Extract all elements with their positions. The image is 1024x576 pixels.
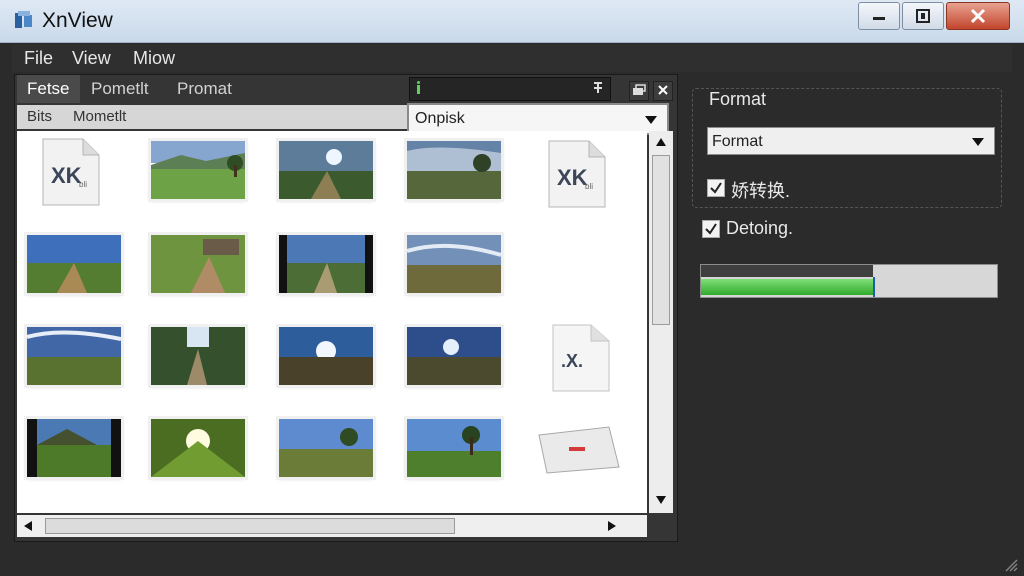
thumbnail-image[interactable] <box>407 141 501 199</box>
restore-icon <box>916 9 930 23</box>
option-label: Detoing. <box>726 218 794 238</box>
x-label: .X. <box>561 351 583 371</box>
thumbnail-image[interactable] <box>407 235 501 293</box>
thumbnail-image[interactable] <box>407 327 501 385</box>
minimize-button[interactable] <box>858 2 900 30</box>
menu-file[interactable]: File <box>24 48 53 69</box>
settings-panel: Format Format 娇转换. Detoing. <box>690 78 1010 538</box>
xk-label: XK <box>51 163 82 188</box>
thumbnail-image[interactable] <box>27 327 121 385</box>
tab-promat[interactable]: Promat <box>167 75 242 103</box>
select-arrow-icon <box>972 138 984 146</box>
thumbnail-image[interactable] <box>279 327 373 385</box>
scroll-right-icon[interactable] <box>607 520 617 532</box>
subheader-bits[interactable]: Bits <box>27 108 52 125</box>
close-panel-button[interactable] <box>653 81 673 101</box>
thumbnail-image[interactable] <box>151 235 245 293</box>
dropdown-arrow-icon <box>645 116 657 124</box>
thumbnail-image[interactable] <box>279 141 373 199</box>
checkbox[interactable] <box>707 179 725 197</box>
checkmark-icon <box>705 223 717 235</box>
thumbnail-image[interactable] <box>279 419 373 477</box>
xk-label: XK <box>557 165 588 190</box>
window-titlebar: XnView <box>0 0 1024 43</box>
thumbnail-grid: XK bli XK bli .X. <box>17 131 647 513</box>
horizontal-scrollbar[interactable] <box>17 515 647 537</box>
progress-marker <box>873 277 875 297</box>
dropdown-selected: Onpisk <box>415 110 465 127</box>
checkmark-icon <box>710 182 722 194</box>
float-icon <box>633 84 646 95</box>
close-button[interactable] <box>946 2 1010 30</box>
option-row[interactable]: Detoing. <box>702 218 793 239</box>
conversion-progress-bar <box>700 264 998 298</box>
xnview-app-icon <box>15 11 32 28</box>
minimize-icon <box>873 17 885 20</box>
format-label: Format <box>709 89 767 109</box>
folder-subheader: Bits Mometlt <box>17 105 407 129</box>
xk-subscript: bli <box>585 182 593 191</box>
menu-bar: File View Miow <box>12 44 1012 72</box>
thumbnail-image[interactable] <box>27 419 121 477</box>
window-controls <box>858 2 1010 30</box>
option-label: 娇转换. <box>731 181 791 201</box>
thumbnail-image[interactable] <box>151 419 245 477</box>
tab-pometlt[interactable]: Pometlt <box>81 75 159 103</box>
thumbnail-image[interactable] <box>279 235 373 293</box>
scroll-up-icon[interactable] <box>655 137 667 147</box>
menu-miow[interactable]: Miow <box>133 48 175 69</box>
float-panel-button[interactable] <box>629 81 649 101</box>
thumbnail-image[interactable] <box>151 141 245 199</box>
info-icon <box>417 81 420 94</box>
vertical-scrollbar[interactable] <box>649 131 673 513</box>
resize-grip-icon[interactable] <box>1004 558 1018 572</box>
vertical-scroll-thumb[interactable] <box>652 155 670 325</box>
thumbnail-image[interactable] <box>151 327 245 385</box>
progress-top-track <box>701 265 873 277</box>
filter-bar[interactable] <box>409 77 611 101</box>
x-file-icon[interactable]: .X. <box>551 323 611 393</box>
close-icon <box>658 85 668 95</box>
window-title: XnView <box>42 9 113 32</box>
checkbox[interactable] <box>702 220 720 238</box>
close-icon <box>970 8 986 24</box>
xk-subscript: bli <box>79 180 87 189</box>
format-group: Format Format 娇转换. <box>692 88 1002 208</box>
scroll-left-icon[interactable] <box>23 520 33 532</box>
menu-view[interactable]: View <box>72 48 111 69</box>
xk-file-icon[interactable]: XK bli <box>547 139 607 209</box>
tab-fetse[interactable]: Fetse <box>17 75 80 103</box>
drive-icon[interactable] <box>531 421 623 477</box>
maximize-button[interactable] <box>902 2 944 30</box>
thumbnail-image[interactable] <box>407 419 501 477</box>
progress-fill <box>701 279 873 295</box>
thumbnail-image[interactable] <box>27 235 121 293</box>
horizontal-scroll-thumb[interactable] <box>45 518 455 534</box>
browser-panel: Fetse Pometlt Promat Bits Mometlt Onpisk… <box>14 74 678 542</box>
pin-icon[interactable] <box>592 81 604 95</box>
xk-file-icon[interactable]: XK bli <box>41 137 101 207</box>
subheader-mometlt[interactable]: Mometlt <box>73 108 126 125</box>
scroll-down-icon[interactable] <box>655 495 667 505</box>
option-row[interactable]: 娇转换. <box>707 177 790 203</box>
format-select-value: Format <box>712 133 763 150</box>
format-select[interactable]: Format <box>707 127 995 155</box>
